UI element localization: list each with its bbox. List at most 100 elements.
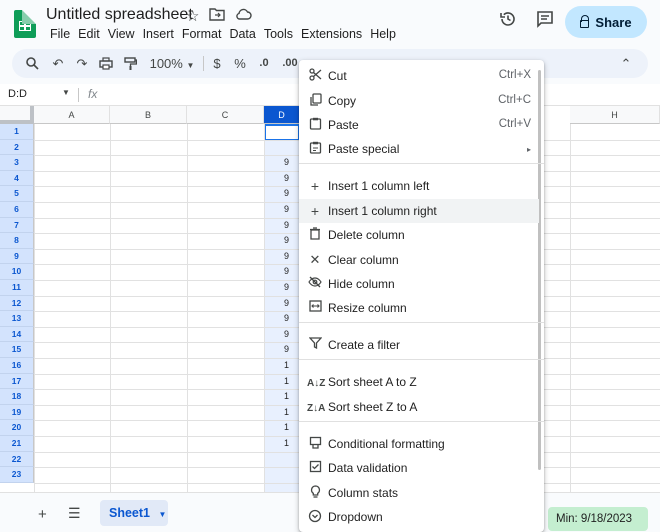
menu-item-dropdown[interactable]: Dropdown [299,505,539,529]
row-header[interactable]: 19 [0,404,34,421]
decrease-decimal-button[interactable]: .0 [254,49,274,78]
row-header[interactable]: 23 [0,467,34,483]
menu-file[interactable]: File [46,26,74,42]
menu-extensions[interactable]: Extensions [297,26,366,42]
cell-d[interactable] [284,126,300,142]
name-box[interactable]: D:D [8,88,27,100]
menu-item-insert-1-column-right[interactable]: + Insert 1 column right [299,199,539,223]
menu-item-column-stats[interactable]: Column stats [299,481,539,505]
select-all-corner[interactable] [0,106,34,124]
cell-d[interactable]: 9 [284,204,300,220]
zoom-select[interactable]: 100% ▼ [146,49,198,78]
row-header[interactable]: 20 [0,420,34,436]
column-header-a[interactable]: A [34,106,110,124]
row-header[interactable]: 18 [0,389,34,405]
row-header[interactable]: 22 [0,451,34,468]
name-box-dropdown-icon[interactable]: ▼ [62,88,70,97]
menu-item-resize-column[interactable]: Resize column [299,296,539,320]
row-header[interactable]: 10 [0,264,34,280]
row-header[interactable]: 12 [0,295,34,312]
row-header[interactable]: 2 [0,139,34,156]
cell-d[interactable]: 9 [284,313,300,329]
row-header[interactable]: 4 [0,170,34,187]
menu-data[interactable]: Data [225,26,259,42]
row-header[interactable]: 3 [0,155,34,171]
add-sheet-button[interactable]: + [38,506,47,523]
menu-edit[interactable]: Edit [74,26,104,42]
redo-icon[interactable]: ↷ [72,49,92,78]
cell-d[interactable]: 1 [284,422,300,438]
cell-d[interactable] [284,469,300,485]
row-header[interactable]: 8 [0,233,34,249]
cell-d[interactable]: 1 [284,376,300,392]
star-icon[interactable]: ☆ [186,7,199,25]
menu-item-paste-special[interactable]: Paste special ▸ [299,137,539,161]
menu-item-cut[interactable]: Cut Ctrl+X [299,64,539,88]
currency-format-button[interactable]: $ [209,49,225,78]
menu-help[interactable]: Help [366,26,400,42]
row-header[interactable]: 15 [0,342,34,358]
row-header[interactable]: 13 [0,311,34,327]
row-header[interactable]: 11 [0,280,34,296]
row-header[interactable]: 1 [0,124,34,140]
paint-format-icon[interactable] [120,49,140,78]
percent-format-button[interactable]: % [232,49,248,78]
cell-d[interactable]: 9 [284,157,300,173]
menu-item-create-a-filter[interactable]: Create a filter [299,333,539,357]
row-header[interactable]: 14 [0,326,34,343]
cell-d[interactable]: 9 [284,298,300,314]
cell-d[interactable] [284,454,300,470]
row-header[interactable]: 6 [0,202,34,218]
column-header-h[interactable]: H [570,106,660,124]
row-header[interactable]: 16 [0,358,34,374]
menu-item-paste[interactable]: Paste Ctrl+V [299,113,539,137]
sheets-logo-icon[interactable] [14,10,36,38]
menu-item-delete-column[interactable]: Delete column [299,223,539,247]
comments-icon[interactable] [533,10,557,34]
row-header[interactable]: 5 [0,186,34,202]
cell-d[interactable]: 9 [284,173,300,189]
cell-d[interactable]: 9 [284,329,300,345]
menu-item-insert-1-column-left[interactable]: + Insert 1 column left [299,174,539,198]
all-sheets-button[interactable]: ☰ [68,505,81,522]
share-button[interactable]: Share [565,6,647,38]
move-folder-icon[interactable] [209,7,226,25]
cell-d[interactable]: 9 [284,344,300,360]
row-header[interactable]: 17 [0,373,34,390]
menu-item-copy[interactable]: Copy Ctrl+C [299,89,539,113]
cell-d[interactable]: 9 [284,266,300,282]
menu-insert[interactable]: Insert [139,26,178,42]
version-history-icon[interactable] [496,10,520,34]
cell-d[interactable]: 9 [284,220,300,236]
cell-d[interactable] [284,142,300,158]
document-title[interactable]: Untitled spreadsheet [46,6,193,24]
undo-icon[interactable]: ↶ [48,49,68,78]
cloud-status-icon[interactable] [235,7,253,25]
menu-tools[interactable]: Tools [260,26,297,42]
chevron-down-icon[interactable]: ▼ [158,510,166,519]
cell-d[interactable]: 1 [284,360,300,376]
row-header[interactable]: 21 [0,436,34,452]
cell-d[interactable]: 9 [284,251,300,267]
selection-stat-button[interactable]: Min: 9/18/2023 ▼ [548,507,648,531]
menu-item-sort-sheet-a-to-z[interactable]: A↓Z Sort sheet A to Z [299,370,539,394]
menu-item-data-validation[interactable]: Data validation [299,456,539,480]
cell-d[interactable]: 9 [284,235,300,251]
sheet-tab[interactable]: Sheet1 ▼ [100,500,168,526]
search-menus-icon[interactable] [22,49,42,78]
print-icon[interactable] [96,49,116,78]
menu-item-clear-column[interactable]: ✕ Clear column [299,248,539,272]
cell-d[interactable]: 1 [284,407,300,423]
row-header[interactable]: 7 [0,217,34,234]
cell-d[interactable]: 9 [284,282,300,298]
column-header-c[interactable]: C [187,106,264,124]
menu-view[interactable]: View [104,26,139,42]
cell-d[interactable]: 9 [284,188,300,204]
column-header-d[interactable]: D [264,106,300,124]
menu-format[interactable]: Format [178,26,226,42]
column-header-b[interactable]: B [110,106,187,124]
cell-d[interactable]: 1 [284,391,300,407]
collapse-toolbar-icon[interactable]: ⌃ [616,49,636,78]
menu-item-sort-sheet-z-to-a[interactable]: Z↓A Sort sheet Z to A [299,395,539,419]
row-header[interactable]: 9 [0,248,34,265]
